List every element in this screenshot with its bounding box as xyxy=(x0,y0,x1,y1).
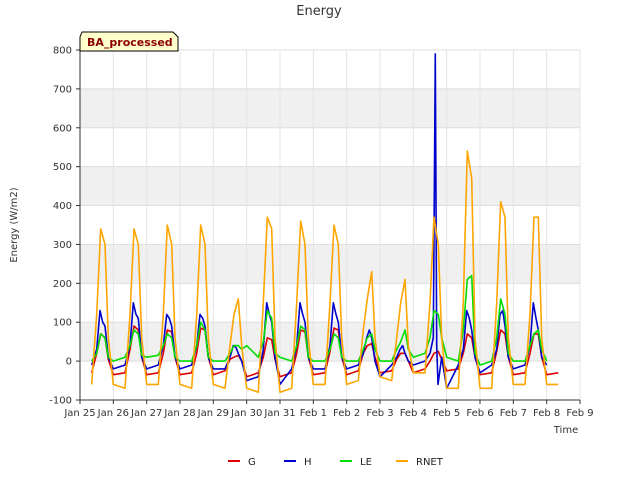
x-tick-label: Jan 26 xyxy=(97,408,129,419)
legend-label-h: H xyxy=(304,457,312,468)
x-tick-label: Feb 1 xyxy=(300,408,327,419)
x-tick-label: Feb 6 xyxy=(466,408,493,419)
x-tick-label: Jan 28 xyxy=(163,408,195,419)
grid-band xyxy=(80,244,580,284)
x-axis-title: Time xyxy=(553,425,578,436)
y-tick-label: 800 xyxy=(53,46,72,57)
legend: G H LE RNET xyxy=(228,457,444,468)
y-tick-label: 700 xyxy=(53,84,72,95)
y-tick-label: 0 xyxy=(66,357,72,368)
x-tick-label: Feb 4 xyxy=(400,408,427,419)
badge-label: BA_processed xyxy=(87,36,173,49)
x-tick-label: Jan 27 xyxy=(130,408,162,419)
x-tick-label: Feb 9 xyxy=(566,408,593,419)
x-tick-label: Jan 29 xyxy=(197,408,229,419)
y-tick-label: 300 xyxy=(53,240,72,251)
y-tick-label: 400 xyxy=(53,201,72,212)
grid-band xyxy=(80,166,580,206)
legend-label-rnet: RNET xyxy=(416,457,444,468)
y-tick-label: 600 xyxy=(53,123,72,134)
grid-band xyxy=(80,88,580,128)
y-tick-label: 500 xyxy=(53,162,72,173)
energy-chart: -1000100200300400500600700800Jan 25 Jan 2… xyxy=(9,4,594,468)
y-tick-label: 200 xyxy=(53,279,72,290)
badge: BA_processed xyxy=(79,31,179,52)
x-tick-label: Feb 2 xyxy=(333,408,360,419)
x-tick-label: Feb 8 xyxy=(533,408,560,419)
x-tick-label: Jan 30 xyxy=(230,408,262,419)
x-tick-label: Jan 31 xyxy=(263,408,295,419)
y-tick-label: -100 xyxy=(49,396,72,407)
y-tick-label: 100 xyxy=(53,318,72,329)
x-tick-label: Jan 25 xyxy=(63,408,95,419)
x-tick-label: Feb 7 xyxy=(500,408,527,419)
y-axis-title: Energy (W/m2) xyxy=(9,187,20,262)
chart-title: Energy xyxy=(296,4,342,19)
x-tick-label: Feb 5 xyxy=(433,408,460,419)
legend-label-g: G xyxy=(248,457,256,468)
x-tick-label: Feb 3 xyxy=(366,408,393,419)
legend-label-le: LE xyxy=(360,457,372,468)
